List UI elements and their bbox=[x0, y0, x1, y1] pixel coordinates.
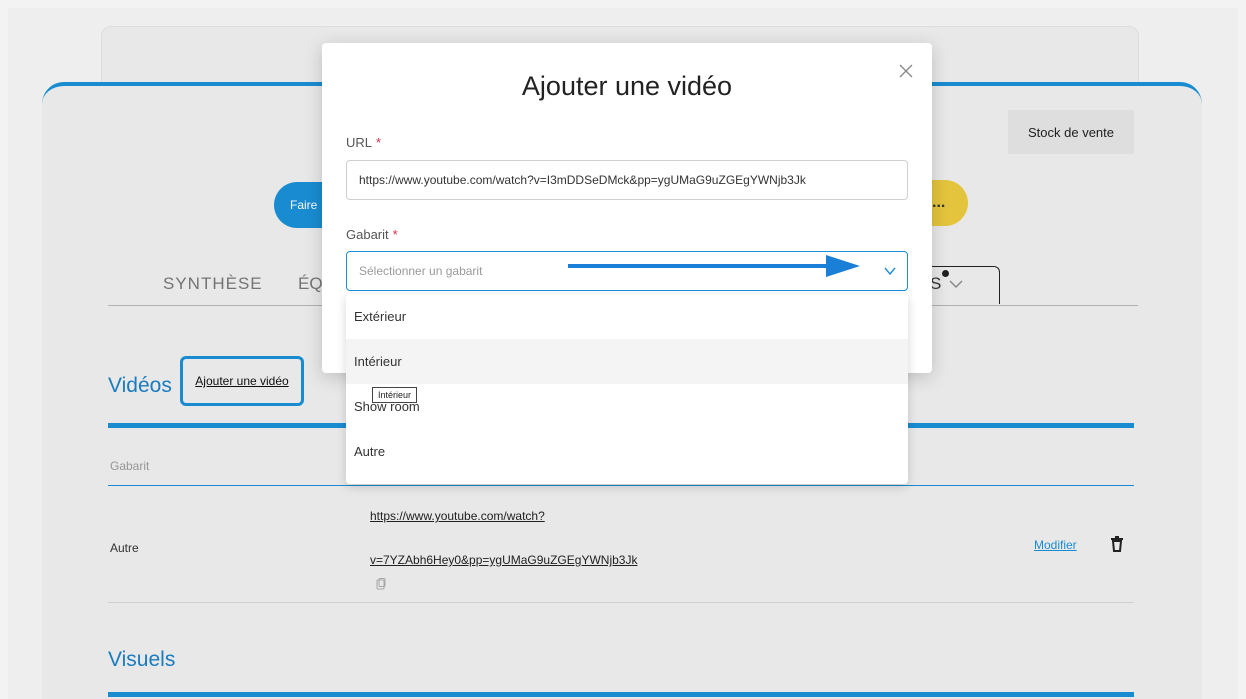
option-tooltip: Intérieur bbox=[372, 387, 418, 403]
url-required-mark: * bbox=[376, 135, 382, 150]
option-autre[interactable]: Autre bbox=[346, 429, 908, 474]
chevron-down-icon[interactable] bbox=[883, 264, 897, 278]
option-exterieur[interactable]: Extérieur bbox=[346, 294, 908, 339]
app-frame: Stock de vente Faire ... SYNTHÈSE ÉQ S V… bbox=[8, 8, 1238, 699]
gabarit-label: Gabarit * bbox=[346, 227, 398, 242]
close-icon[interactable] bbox=[898, 63, 914, 79]
annotation-arrow-icon bbox=[568, 255, 860, 277]
option-show-room[interactable]: Show room bbox=[346, 384, 908, 429]
gabarit-options-list: Extérieur Intérieur Show room Autre bbox=[346, 294, 908, 484]
gabarit-select-placeholder: Sélectionner un gabarit bbox=[359, 264, 483, 278]
gabarit-required-mark: * bbox=[392, 227, 398, 242]
url-input[interactable] bbox=[346, 160, 908, 200]
url-label: URL * bbox=[346, 135, 381, 150]
modal-title: Ajouter une vidéo bbox=[521, 71, 733, 101]
gabarit-label-text: Gabarit bbox=[346, 227, 389, 242]
option-interieur[interactable]: Intérieur bbox=[346, 339, 908, 384]
url-label-text: URL bbox=[346, 135, 373, 150]
